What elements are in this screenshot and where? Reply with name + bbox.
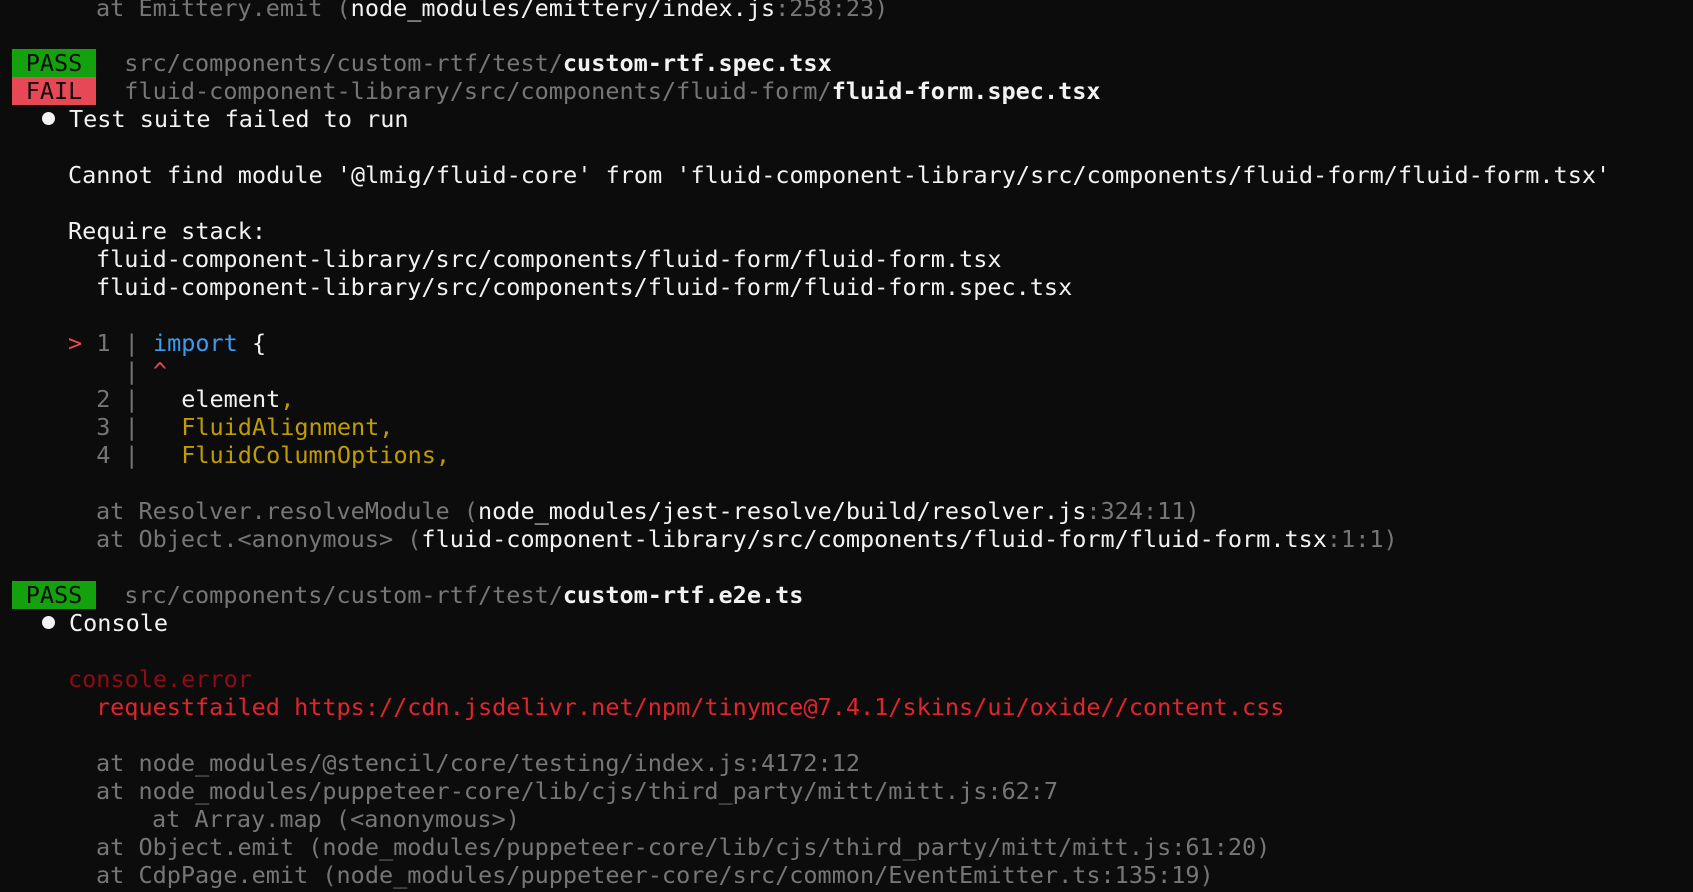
terminal-output[interactable]: at Emittery.emit (node_modules/emittery/… — [0, 0, 1693, 892]
stack-trace-line: at Array.map (<anonymous>) — [152, 805, 520, 833]
stack-trace-line: at CdpPage.emit (node_modules/puppeteer-… — [96, 861, 1214, 889]
stack-trace-line: at node_modules/@stencil/core/testing/in… — [96, 749, 861, 777]
stack-trace-line: at Emittery.emit (node_modules/emittery/… — [96, 0, 889, 22]
test-file-dir: src/components/custom-rtf/test/ — [124, 49, 563, 77]
code-frame-line: 2 | element, — [96, 385, 295, 413]
code-frame-line: | ^ — [124, 357, 168, 385]
stack-trace-line: at Object.<anonymous> (fluid-component-l… — [96, 525, 1398, 553]
console-error-message: requestfailed https://cdn.jsdelivr.net/n… — [96, 693, 1285, 721]
test-file-name: custom-rtf.spec.tsx — [562, 49, 832, 77]
test-file-dir: fluid-component-library/src/components/f… — [124, 77, 832, 105]
code-frame-line: > 1 | import { — [68, 329, 267, 357]
pass-badge: PASS — [12, 581, 96, 609]
test-result-row: PASS src/components/custom-rtf/test/cust… — [12, 49, 832, 77]
fail-badge: FAIL — [12, 77, 96, 105]
require-stack-item: fluid-component-library/src/components/f… — [96, 273, 1073, 301]
bullet-icon — [42, 112, 55, 125]
code-frame-line: 3 | FluidAlignment, — [96, 413, 394, 441]
stack-trace-line: at node_modules/puppeteer-core/lib/cjs/t… — [96, 777, 1059, 805]
error-message: Cannot find module '@lmig/fluid-core' fr… — [68, 161, 1611, 189]
test-file-dir: src/components/custom-rtf/test/ — [124, 581, 563, 609]
test-result-row: FAIL fluid-component-library/src/compone… — [12, 77, 1101, 105]
stack-trace-line: at Object.emit (node_modules/puppeteer-c… — [96, 833, 1271, 861]
require-stack-item: fluid-component-library/src/components/f… — [96, 245, 1002, 273]
pass-badge: PASS — [12, 49, 96, 77]
console-heading: Console — [42, 609, 168, 637]
test-result-row: PASS src/components/custom-rtf/test/cust… — [12, 581, 803, 609]
code-frame-line: 4 | FluidColumnOptions, — [96, 441, 451, 469]
console-error-label: console.error — [68, 665, 252, 693]
test-file-name: fluid-form.spec.tsx — [831, 77, 1101, 105]
test-file-name: custom-rtf.e2e.ts — [562, 581, 804, 609]
stack-trace-line: at Resolver.resolveModule (node_modules/… — [96, 497, 1200, 525]
bullet-icon — [42, 616, 55, 629]
failure-heading: Test suite failed to run — [42, 105, 409, 133]
require-stack-label: Require stack: — [68, 217, 267, 245]
